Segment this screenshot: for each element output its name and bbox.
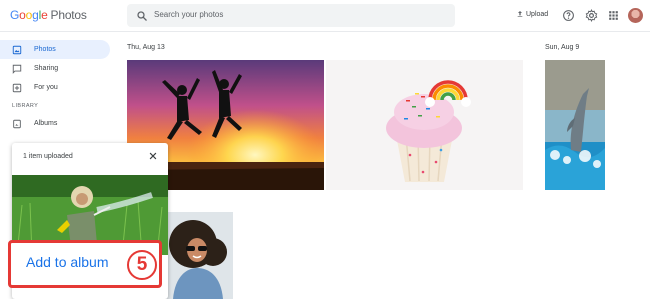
settings-gear-icon[interactable] [585,9,598,22]
upload-button[interactable]: Upload [516,10,548,18]
sidebar-item-photos[interactable]: Photos [0,40,110,59]
toast-message: 1 item uploaded [23,153,73,160]
top-app-bar: Google Photos Search your photos Upload [0,0,650,32]
sidebar-item-for-you[interactable]: For you [0,78,112,97]
google-photos-logo[interactable]: Google Photos [10,8,87,22]
upload-icon [517,11,523,17]
date-group-header: Thu, Aug 13 [127,44,165,51]
sidebar-item-sharing[interactable]: Sharing [0,59,112,78]
close-icon[interactable] [148,151,158,161]
sidebar-item-albums[interactable]: Albums [0,114,112,133]
help-icon[interactable] [562,9,575,22]
search-icon [137,11,147,21]
step-number-badge: 5 [127,250,157,280]
photo-icon [12,45,22,54]
search-input[interactable]: Search your photos [154,10,223,19]
search-bar[interactable]: Search your photos [127,4,455,27]
date-group-header: Sun, Aug 9 [545,44,580,51]
photo-thumbnail-dolphin[interactable] [545,60,605,190]
sidebar-nav: Photos Sharing For you LIBRARY Albums [0,40,112,133]
woman-portrait-image [163,212,233,299]
dolphin-image [545,60,605,190]
album-icon [13,119,21,128]
plus-box-icon [12,83,22,92]
apps-grid-icon[interactable] [607,9,620,22]
add-to-album-button[interactable]: Add to album [26,254,109,270]
chat-icon [12,64,22,74]
cupcake-image [326,60,523,190]
library-section-label: LIBRARY [12,103,39,109]
photo-thumbnail-cupcake[interactable] [326,60,523,190]
account-avatar[interactable] [628,8,643,23]
photo-thumbnail-woman[interactable] [163,212,233,299]
